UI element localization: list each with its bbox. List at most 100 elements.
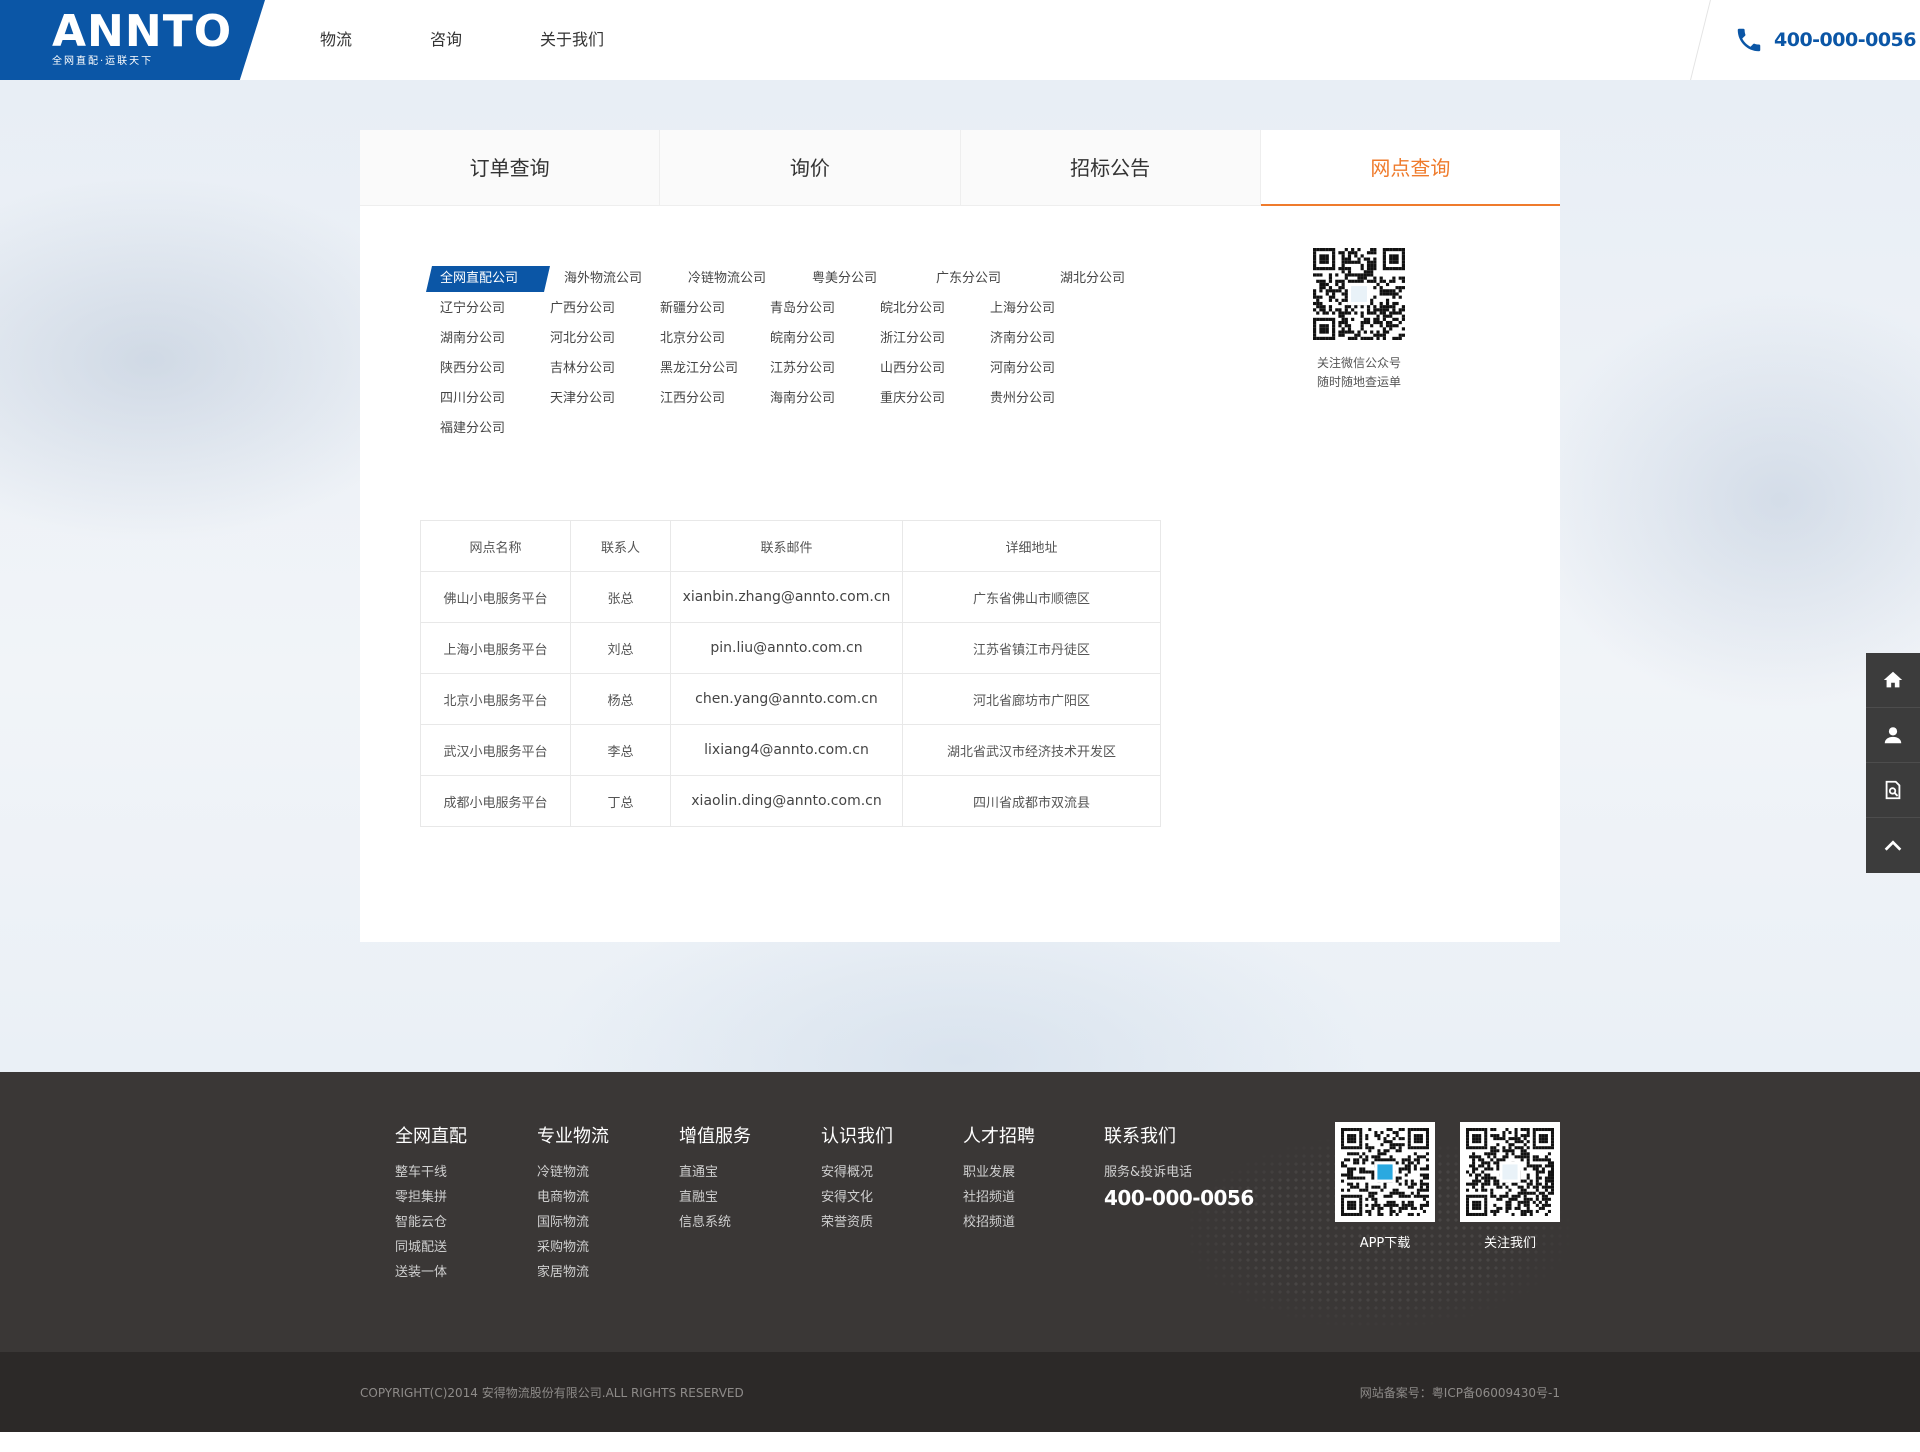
branch-link[interactable]: 福建分公司	[426, 416, 536, 442]
cell-email[interactable]: xiaolin.ding@annto.com.cn	[670, 775, 903, 827]
footer-column-title[interactable]: 增值服务	[679, 1122, 751, 1148]
header-phone-number[interactable]: 400-000-0056	[1774, 29, 1916, 51]
branch-row: 四川分公司 天津分公司 江西分公司 海南分公司 重庆分公司 贵州分公司	[426, 384, 1126, 414]
footer-link[interactable]: 国际物流	[537, 1210, 609, 1235]
branch-link[interactable]: 江西分公司	[646, 386, 756, 412]
footer-link[interactable]: 送装一体	[395, 1260, 467, 1285]
sidebar-top-button[interactable]	[1866, 818, 1920, 873]
qr-caption: 关注微信公众号 随时随地查运单	[1304, 354, 1414, 392]
sidebar-home-button[interactable]	[1866, 653, 1920, 708]
branch-link[interactable]: 广东分公司	[922, 266, 1046, 292]
cell-branch-name: 武汉小电服务平台	[420, 724, 571, 776]
branch-link[interactable]: 皖北分公司	[866, 296, 976, 322]
branch-link[interactable]: 江苏分公司	[756, 356, 866, 382]
footer-column: 认识我们安得概况 安得文化 荣誉资质	[821, 1122, 893, 1235]
footer-link[interactable]: 智能云仓	[395, 1210, 467, 1235]
branch-link[interactable]: 新疆分公司	[646, 296, 756, 322]
footer-link[interactable]: 直通宝	[679, 1160, 751, 1185]
cell-contact: 丁总	[570, 775, 671, 827]
branch-link[interactable]: 河南分公司	[976, 356, 1086, 382]
branch-link[interactable]: 重庆分公司	[866, 386, 976, 412]
col-contact: 联系人	[570, 520, 671, 572]
branch-link[interactable]: 湖北分公司	[1046, 266, 1170, 292]
branch-link[interactable]: 青岛分公司	[756, 296, 866, 322]
cell-email[interactable]: xianbin.zhang@annto.com.cn	[670, 571, 903, 623]
cell-contact: 刘总	[570, 622, 671, 674]
table-row: 佛山小电服务平台 张总 xianbin.zhang@annto.com.cn 广东省佛…	[420, 571, 1161, 623]
branch-link[interactable]: 吉林分公司	[536, 356, 646, 382]
app-download-qr[interactable]: APP下载	[1335, 1122, 1435, 1251]
branch-link[interactable]: 济南分公司	[976, 326, 1086, 352]
footer-column-title[interactable]: 全网直配	[395, 1122, 467, 1148]
icp-record[interactable]: 网站备案号：粤ICP备06009430号-1	[1360, 1384, 1560, 1401]
footer-link[interactable]: 家居物流	[537, 1260, 609, 1285]
cell-email[interactable]: pin.liu@annto.com.cn	[670, 622, 903, 674]
branch-link[interactable]: 河北分公司	[536, 326, 646, 352]
footer-link[interactable]: 荣誉资质	[821, 1210, 893, 1235]
branch-link[interactable]: 天津分公司	[536, 386, 646, 412]
footer-link[interactable]: 信息系统	[679, 1210, 751, 1235]
footer-link[interactable]: 冷链物流	[537, 1160, 609, 1185]
footer-contact-phone[interactable]: 400-000-0056	[1104, 1185, 1254, 1211]
footer-link[interactable]: 整车干线	[395, 1160, 467, 1185]
qr-caption-line1: 关注微信公众号	[1316, 356, 1401, 370]
copyright-bar: COPYRIGHT(C)2014 安得物流股份有限公司.ALL RIGHTS R…	[0, 1352, 1920, 1432]
footer-column: 人才招聘职业发展 社招频道 校招频道	[963, 1122, 1035, 1235]
branch-link[interactable]: 粤美分公司	[798, 266, 922, 292]
tab-order-query[interactable]: 订单查询	[360, 130, 661, 205]
branch-link[interactable]: 广西分公司	[536, 296, 646, 322]
branch-link[interactable]: 上海分公司	[976, 296, 1086, 322]
tab-tender[interactable]: 招标公告	[960, 130, 1261, 205]
tab-branch-query[interactable]: 网点查询	[1260, 130, 1561, 206]
user-icon	[1884, 727, 1902, 744]
logo-slogan: 全网直配·运联天下	[52, 56, 154, 67]
branch-link[interactable]: 北京分公司	[646, 326, 756, 352]
branch-link[interactable]: 湖南分公司	[426, 326, 536, 352]
branch-link[interactable]: 皖南分公司	[756, 326, 866, 352]
branch-link[interactable]: 海南分公司	[756, 386, 866, 412]
footer-link[interactable]: 零担集拼	[395, 1185, 467, 1210]
nav-logistics[interactable]: 物流	[320, 0, 352, 80]
branch-link[interactable]: 四川分公司	[426, 386, 536, 412]
nav-about[interactable]: 关于我们	[540, 0, 604, 80]
footer-link[interactable]: 电商物流	[537, 1185, 609, 1210]
branch-link[interactable]: 海外物流公司	[550, 266, 674, 292]
branch-link[interactable]: 浙江分公司	[866, 326, 976, 352]
header-divider	[1690, 0, 1711, 80]
branch-link[interactable]: 陕西分公司	[426, 356, 536, 382]
branch-link[interactable]: 辽宁分公司	[426, 296, 536, 322]
app-download-label: APP下载	[1359, 1236, 1411, 1251]
table-row: 北京小电服务平台 杨总 chen.yang@annto.com.cn 河北省廊坊市广阳…	[420, 673, 1161, 725]
tab-bar: 订单查询 询价 招标公告 网点查询	[360, 130, 1561, 206]
footer-link[interactable]: 采购物流	[537, 1235, 609, 1260]
branch-row: 辽宁分公司 广西分公司 新疆分公司 青岛分公司 皖北分公司 上海分公司	[426, 294, 1126, 324]
sidebar-user-button[interactable]	[1866, 708, 1920, 763]
branch-link[interactable]: 全网直配公司	[426, 266, 550, 292]
footer-link[interactable]: 职业发展	[963, 1160, 1035, 1185]
cell-contact: 李总	[570, 724, 671, 776]
branch-row: 全网直配公司 海外物流公司 冷链物流公司 粤美分公司 广东分公司 湖北分公司	[426, 264, 1126, 294]
cell-email[interactable]: lixiang4@annto.com.cn	[670, 724, 903, 776]
nav-consult[interactable]: 咨询	[430, 0, 462, 80]
footer-link[interactable]: 校招频道	[963, 1210, 1035, 1235]
tab-inquiry[interactable]: 询价	[660, 130, 961, 205]
follow-us-qr[interactable]: 关注我们	[1460, 1122, 1560, 1251]
branch-link[interactable]: 黑龙江分公司	[646, 356, 756, 382]
cell-address: 广东省佛山市顺德区	[902, 571, 1161, 623]
footer-link[interactable]: 直融宝	[679, 1185, 751, 1210]
footer-column-title[interactable]: 专业物流	[537, 1122, 609, 1148]
branch-link[interactable]: 冷链物流公司	[674, 266, 798, 292]
sidebar-search-button[interactable]	[1866, 763, 1920, 818]
branch-link[interactable]: 山西分公司	[866, 356, 976, 382]
footer-column-title[interactable]: 人才招聘	[963, 1122, 1035, 1148]
footer-link[interactable]: 同城配送	[395, 1235, 467, 1260]
cell-email[interactable]: chen.yang@annto.com.cn	[670, 673, 903, 725]
footer-link[interactable]: 社招频道	[963, 1185, 1035, 1210]
branch-link[interactable]: 贵州分公司	[976, 386, 1086, 412]
footer-column-title[interactable]: 认识我们	[821, 1122, 893, 1148]
footer-link[interactable]: 安得文化	[821, 1185, 893, 1210]
copyright-text: COPYRIGHT(C)2014 安得物流股份有限公司.ALL RIGHTS R…	[360, 1386, 744, 1400]
back-to-top-icon	[1884, 839, 1902, 851]
logo[interactable]: ANNTO 全网直配·运联天下	[0, 0, 265, 80]
footer-link[interactable]: 安得概况	[821, 1160, 893, 1185]
